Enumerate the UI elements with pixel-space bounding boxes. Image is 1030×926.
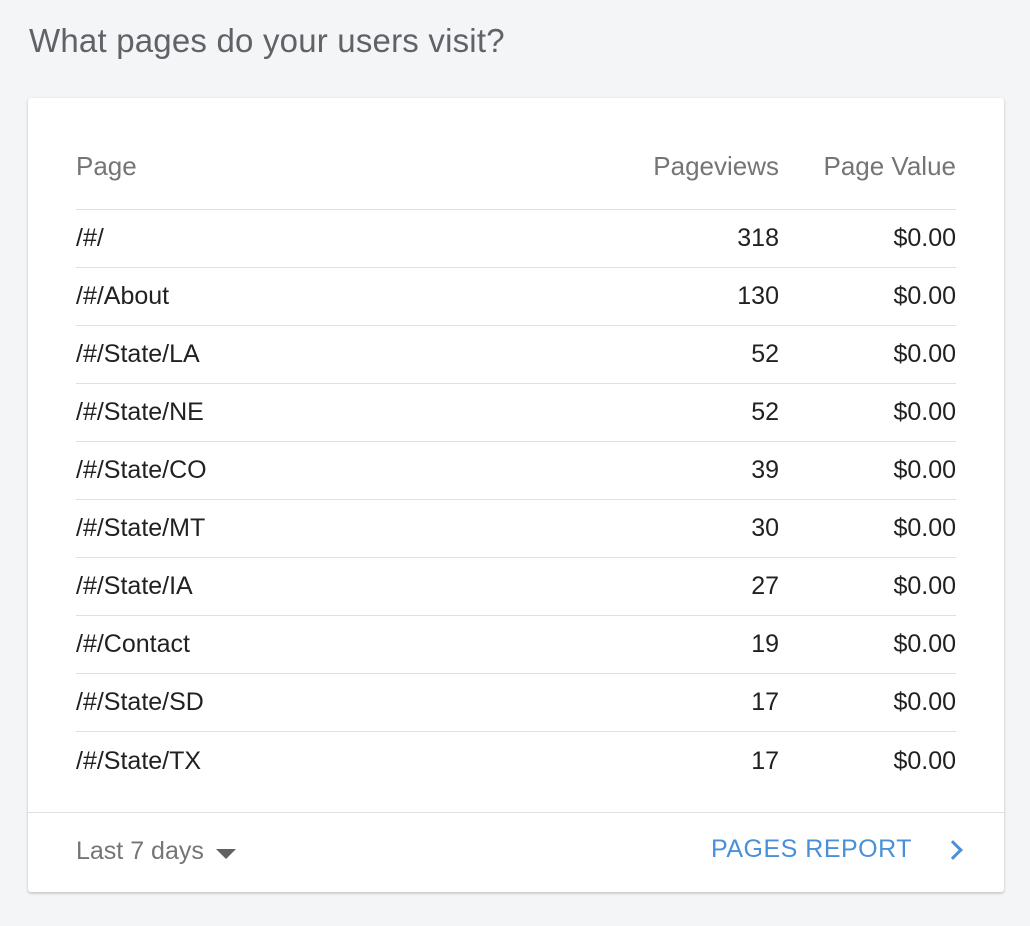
cell-page: /#/State/TX	[76, 746, 202, 775]
table-row: /#/State/NE 52 $0.00	[76, 384, 956, 442]
header-page-value: Page Value	[823, 151, 956, 181]
table-row: /#/State/LA 52 $0.00	[76, 326, 956, 384]
section-title: What pages do your users visit?	[29, 22, 505, 59]
cell-page-value: $0.00	[893, 340, 956, 368]
cell-page-value: $0.00	[893, 688, 956, 716]
table-header: Page Pageviews Page Value	[76, 136, 956, 210]
cell-page: /#/	[76, 224, 104, 252]
header-page: Page	[76, 151, 137, 181]
cell-pageviews: 318	[737, 224, 779, 252]
cell-pageviews: 27	[751, 572, 779, 600]
cell-page-value: $0.00	[893, 630, 956, 658]
cell-page-value: $0.00	[893, 572, 956, 600]
pages-table: Page Pageviews Page Value /#/ 318 $0.00 …	[76, 136, 956, 790]
cell-page: /#/State/LA	[76, 340, 200, 368]
chevron-right-icon	[943, 839, 963, 860]
pages-report-label: PAGES REPORT	[711, 835, 912, 863]
cell-pageviews: 17	[751, 746, 779, 775]
cell-pageviews: 30	[751, 514, 779, 542]
cell-page-value: $0.00	[893, 746, 956, 775]
cell-pageviews: 52	[751, 340, 779, 368]
cell-page: /#/State/NE	[76, 398, 204, 426]
cell-page-value: $0.00	[893, 456, 956, 484]
cell-page: /#/About	[76, 282, 170, 310]
cell-page-value: $0.00	[893, 514, 956, 542]
cell-page: /#/Contact	[76, 630, 190, 658]
cell-pageviews: 19	[751, 630, 779, 658]
cell-pageviews: 17	[751, 688, 779, 716]
table-row: /#/State/IA 27 $0.00	[76, 558, 956, 616]
date-range-dropdown[interactable]: Last 7 days	[76, 837, 236, 866]
pages-card: Page Pageviews Page Value /#/ 318 $0.00 …	[28, 98, 1004, 892]
header-pageviews: Pageviews	[653, 151, 779, 181]
table-row: /#/About 130 $0.00	[76, 268, 956, 326]
cell-pageviews: 52	[751, 398, 779, 426]
cell-page-value: $0.00	[893, 282, 956, 310]
table-row: /#/State/MT 30 $0.00	[76, 500, 956, 558]
table-body: /#/ 318 $0.00 /#/About 130 $0.00 /#/Stat…	[76, 210, 956, 790]
cell-pageviews: 39	[751, 456, 779, 484]
table-row: /#/State/SD 17 $0.00	[76, 674, 956, 732]
cell-page: /#/State/SD	[76, 688, 204, 716]
cell-page-value: $0.00	[893, 224, 956, 252]
card-footer: Last 7 days PAGES REPORT	[28, 812, 1004, 892]
caret-down-icon	[215, 848, 236, 859]
table-row: /#/State/CO 39 $0.00	[76, 442, 956, 500]
pages-report-link[interactable]: PAGES REPORT	[711, 835, 963, 864]
table-row: /#/Contact 19 $0.00	[76, 616, 956, 674]
cell-page: /#/State/MT	[76, 514, 206, 542]
cell-page-value: $0.00	[893, 398, 956, 426]
table-row: /#/State/TX 17 $0.00	[76, 732, 956, 790]
cell-pageviews: 130	[737, 282, 779, 310]
cell-page: /#/State/IA	[76, 572, 193, 600]
table-row: /#/ 318 $0.00	[76, 210, 956, 268]
cell-page: /#/State/CO	[76, 456, 207, 484]
date-range-label: Last 7 days	[76, 837, 204, 865]
